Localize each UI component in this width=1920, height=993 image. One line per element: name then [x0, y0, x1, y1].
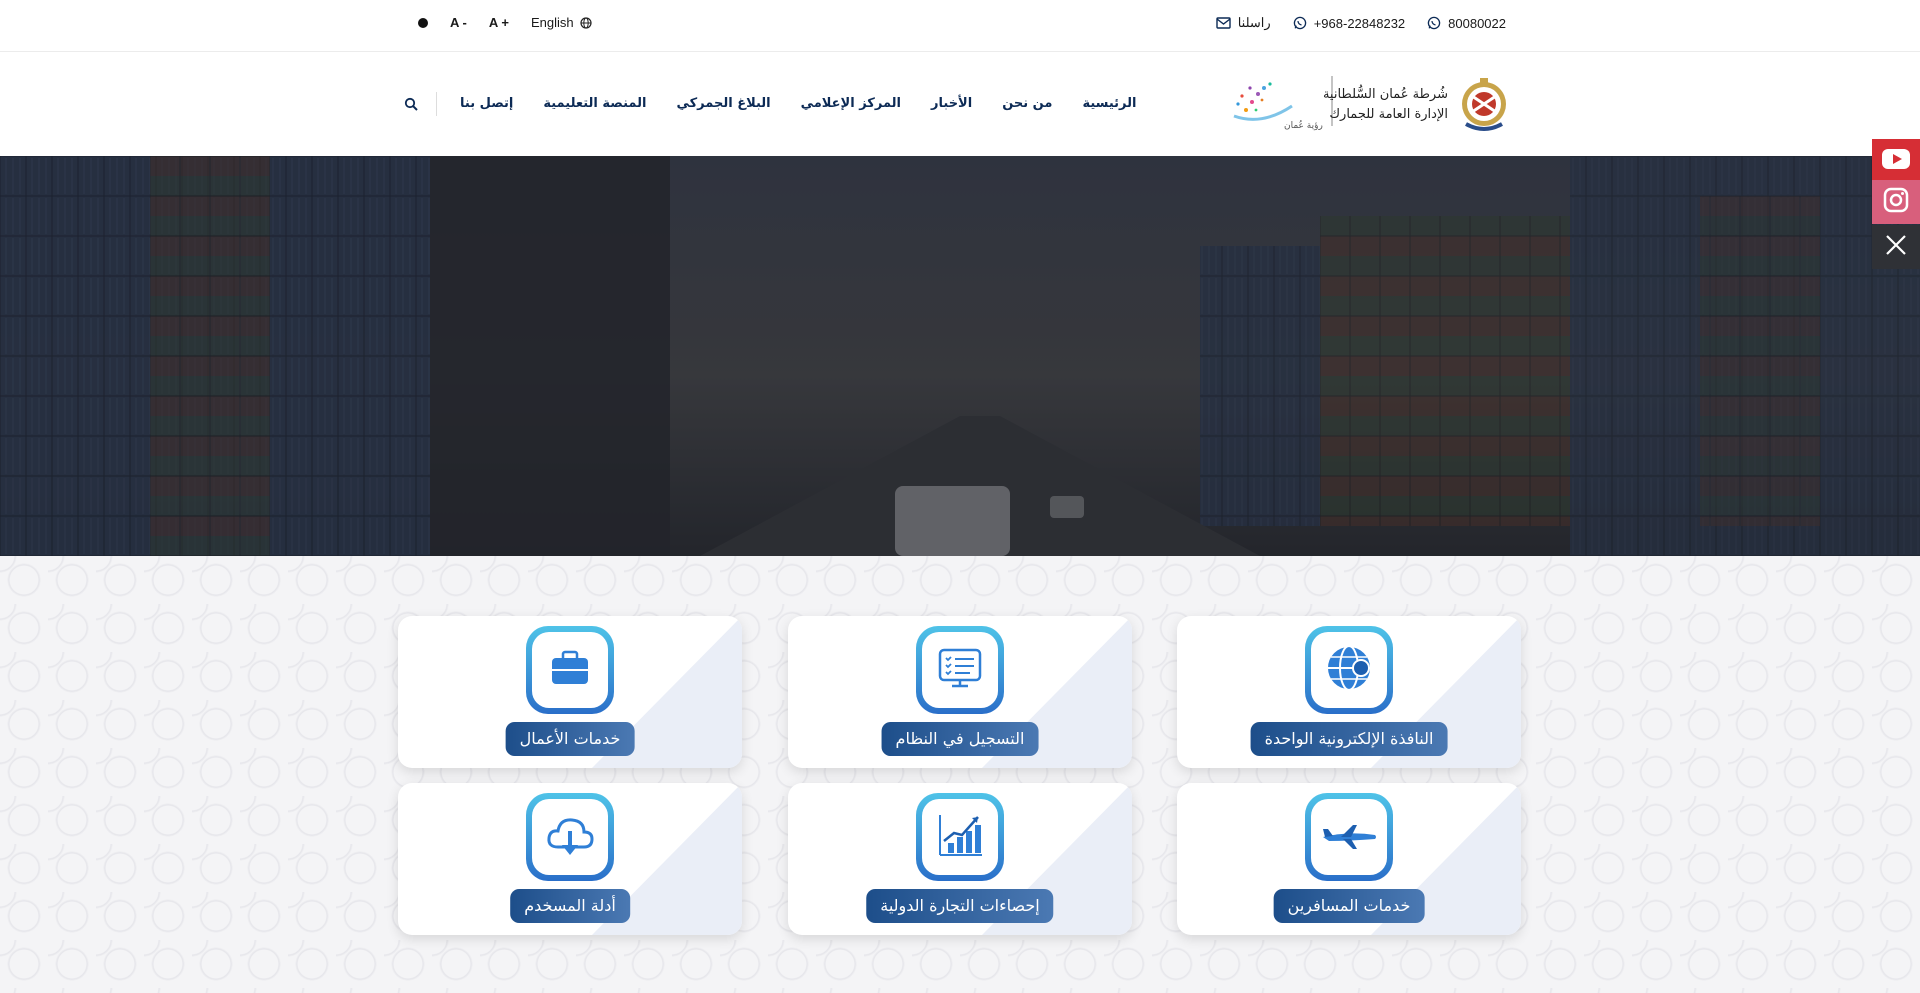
nav-item-learning-platform[interactable]: المنصة التعليمية	[543, 96, 646, 111]
card-label: إحصاءات التجارة الدولية	[866, 889, 1054, 923]
whatsapp-icon	[1293, 16, 1307, 30]
globe-icon	[1321, 640, 1377, 700]
search-icon	[404, 97, 418, 111]
card-icon-badge	[1305, 626, 1393, 714]
cloud-download-icon	[542, 807, 598, 867]
whatsapp-icon	[1427, 16, 1441, 30]
customs-logo[interactable]: رؤية عُمان شُرطة عُمان السُّلطانية الإدا…	[1222, 66, 1516, 142]
logo-line1: شُرطة عُمان السُّلطانية	[1323, 84, 1448, 102]
x-link[interactable]	[1872, 225, 1920, 269]
envelope-icon	[1216, 17, 1231, 29]
vision-swirl-graphic	[1233, 82, 1293, 121]
globe-small-icon	[580, 16, 592, 29]
card-icon-badge	[526, 626, 614, 714]
instagram-link[interactable]	[1872, 180, 1920, 224]
chart-icon	[932, 807, 988, 867]
font-decrease-button[interactable]: A -	[450, 15, 467, 30]
accessibility-controls: A - A + English	[418, 15, 592, 30]
card-icon-badge	[526, 793, 614, 881]
instagram-icon	[1883, 187, 1909, 217]
hotline-link[interactable]: 80080022	[1427, 16, 1506, 31]
language-label: English	[530, 15, 574, 30]
youtube-link[interactable]	[1872, 139, 1920, 183]
card-trade-statistics[interactable]: إحصاءات التجارة الدولية	[788, 783, 1132, 935]
card-label: خدمات الأعمال	[505, 722, 635, 756]
menu-divider	[436, 92, 437, 116]
card-system-registration[interactable]: التسجيل في النظام	[788, 616, 1132, 768]
contrast-toggle[interactable]	[418, 17, 428, 28]
search-button[interactable]	[404, 96, 418, 115]
card-single-window[interactable]: النافذة الإلكترونية الواحدة	[1177, 616, 1521, 768]
main-menu: الرئيسية من نحن الأخبار المركز الإعلامي …	[460, 96, 1136, 111]
nav-item-media-center[interactable]: المركز الإعلامي	[801, 96, 901, 111]
hero-banner	[0, 156, 1920, 556]
whatsapp-link[interactable]: +968-22848232	[1293, 16, 1405, 31]
card-icon-badge	[916, 793, 1004, 881]
card-traveler-services[interactable]: خدمات المسافرين	[1177, 783, 1521, 935]
main-navbar: رؤية عُمان شُرطة عُمان السُّلطانية الإدا…	[0, 52, 1920, 156]
card-icon-badge	[916, 626, 1004, 714]
nav-item-news[interactable]: الأخبار	[931, 96, 972, 111]
vision-text: رؤية عُمان	[1284, 120, 1323, 131]
registration-icon	[932, 640, 988, 700]
contact-info: راسلنا +968-22848232 80080022	[1216, 15, 1506, 31]
youtube-icon	[1881, 148, 1911, 174]
card-user-guides[interactable]: أدلة المسخدم	[398, 783, 742, 935]
card-label: أدلة المسخدم	[510, 889, 630, 923]
card-label: خدمات المسافرين	[1273, 889, 1425, 923]
briefcase-icon	[542, 640, 598, 700]
nav-item-home[interactable]: الرئيسية	[1082, 96, 1136, 111]
top-bar: A - A + English راسلنا +968-22848232 800…	[0, 0, 1920, 52]
royal-emblem-icon	[1462, 78, 1506, 131]
x-icon	[1885, 234, 1907, 260]
container-port-image	[0, 156, 1920, 556]
card-icon-badge	[1305, 793, 1393, 881]
nav-item-contact[interactable]: إتصل بنا	[460, 96, 513, 111]
contact-us-link[interactable]: راسلنا	[1216, 15, 1271, 31]
card-business-services[interactable]: خدمات الأعمال	[398, 616, 742, 768]
contact-us-label: راسلنا	[1237, 15, 1271, 30]
airplane-icon	[1319, 815, 1379, 859]
language-switch[interactable]: English	[531, 15, 592, 30]
font-increase-button[interactable]: A +	[489, 15, 509, 30]
card-label: النافذة الإلكترونية الواحدة	[1250, 722, 1448, 756]
card-label: التسجيل في النظام	[881, 722, 1039, 756]
logo-line2: الإدارة العامة للجمارك	[1329, 107, 1448, 122]
hotline-number: 80080022	[1448, 15, 1506, 31]
whatsapp-number: +968-22848232	[1313, 15, 1406, 31]
nav-item-about[interactable]: من نحن	[1002, 96, 1052, 111]
nav-item-customs-report[interactable]: البلاغ الجمركي	[676, 96, 770, 111]
